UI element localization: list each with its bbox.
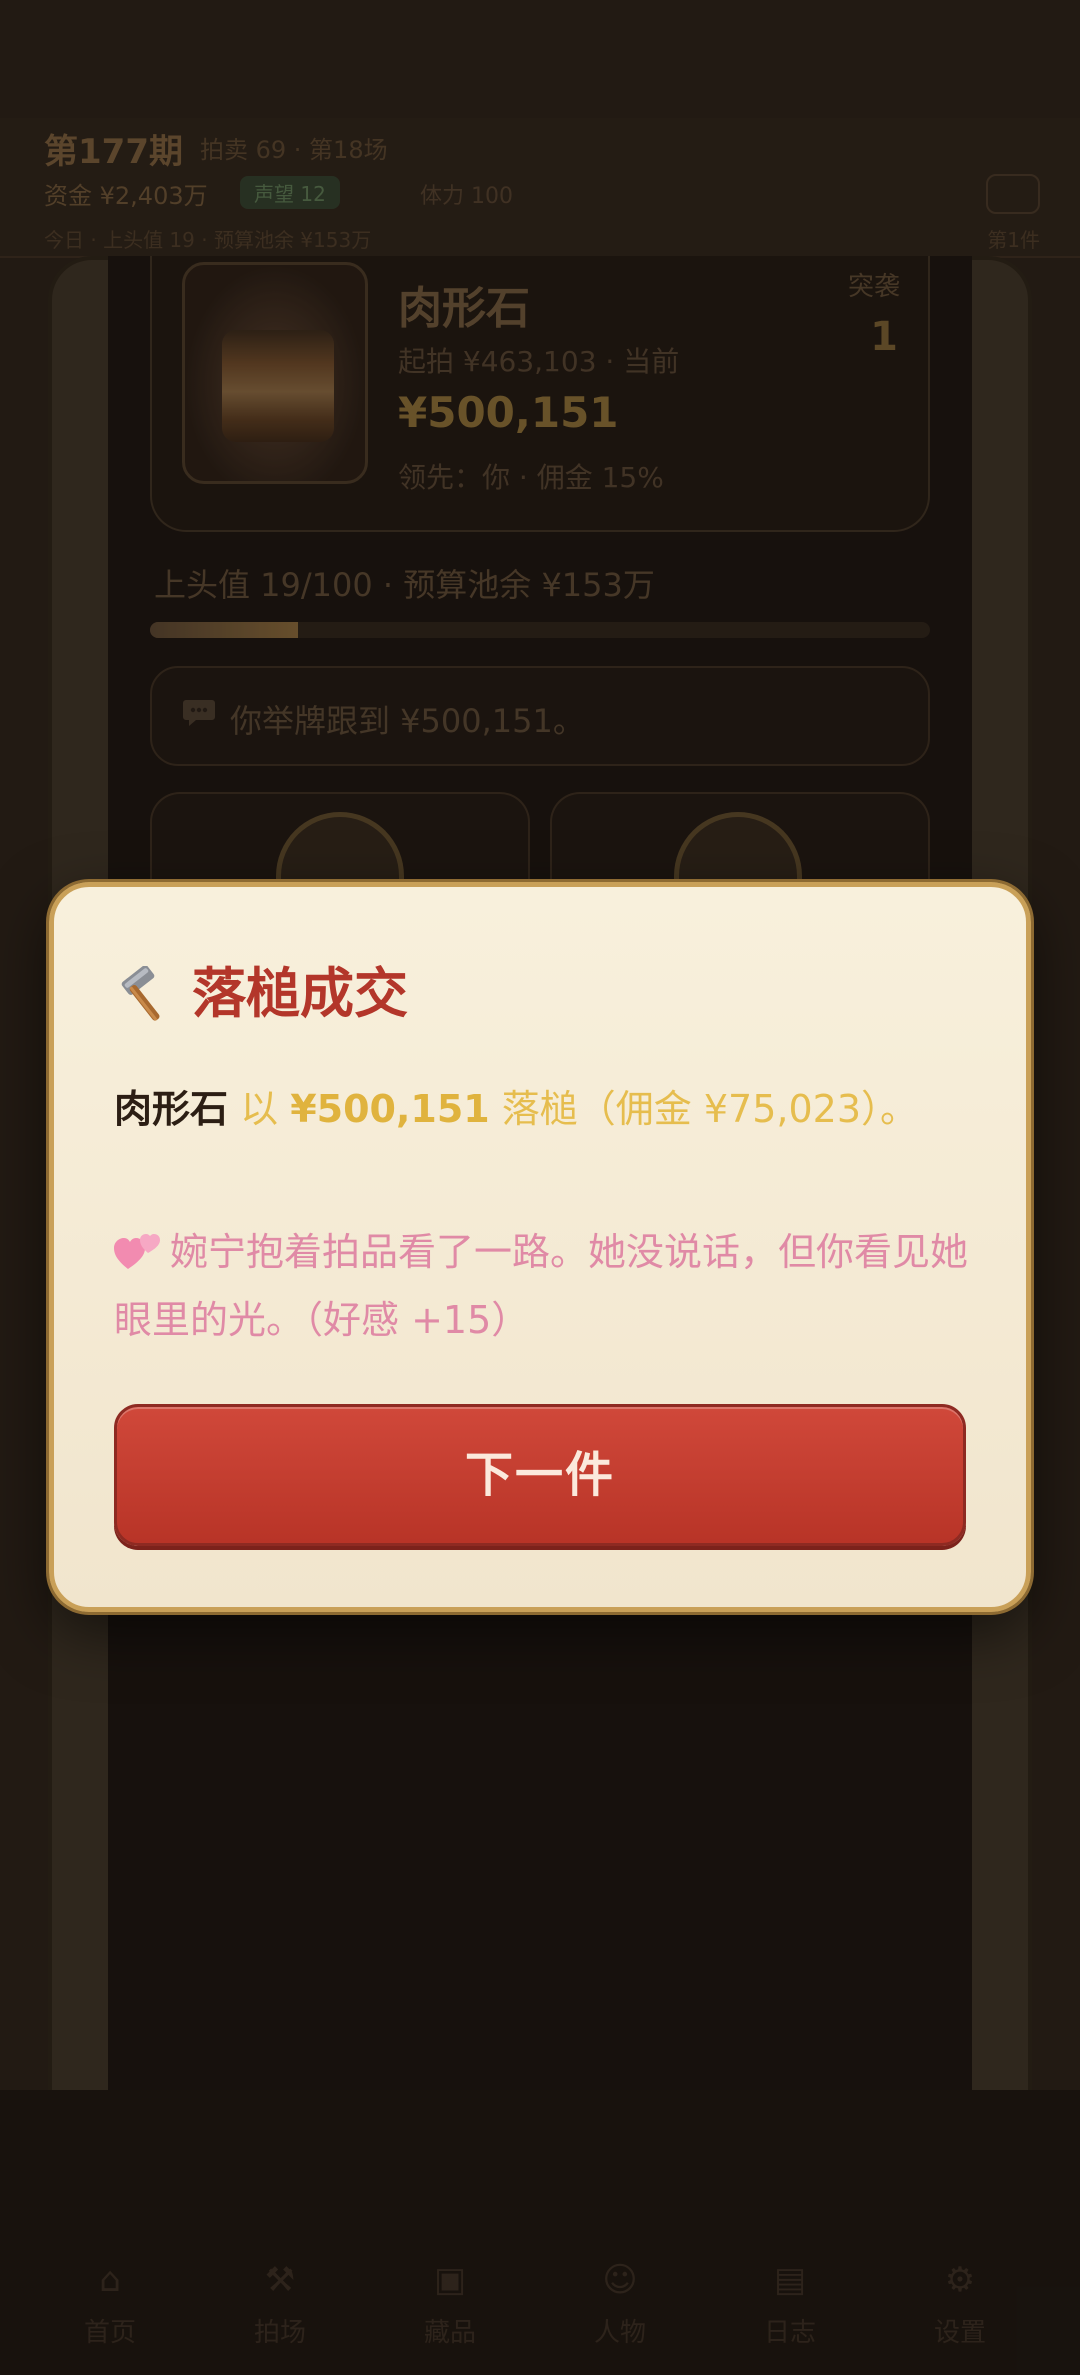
hearts-icon — [114, 1224, 160, 1269]
hammer-price: ¥500,151 — [290, 1087, 490, 1131]
next-item-button[interactable]: 下一件 — [114, 1404, 966, 1546]
result-connector: 以 — [228, 1087, 291, 1131]
hammer-icon — [114, 965, 174, 1026]
affinity-message: 婉宁抱着拍品看了一路。她没说话，但你看见她眼里的光。（好感 +15） — [114, 1218, 974, 1354]
dialog-title: 落槌成交 — [192, 962, 408, 1025]
commission-text: 落槌（佣金 ¥75,023）。 — [489, 1087, 919, 1131]
sold-item-name: 肉形石 — [114, 1087, 229, 1131]
sale-result-text: 肉形石 以 ¥500,151 落槌（佣金 ¥75,023）。 — [114, 1084, 918, 1134]
affinity-text: 婉宁抱着拍品看了一路。她没说话，但你看见她眼里的光。（好感 +15） — [114, 1230, 969, 1342]
